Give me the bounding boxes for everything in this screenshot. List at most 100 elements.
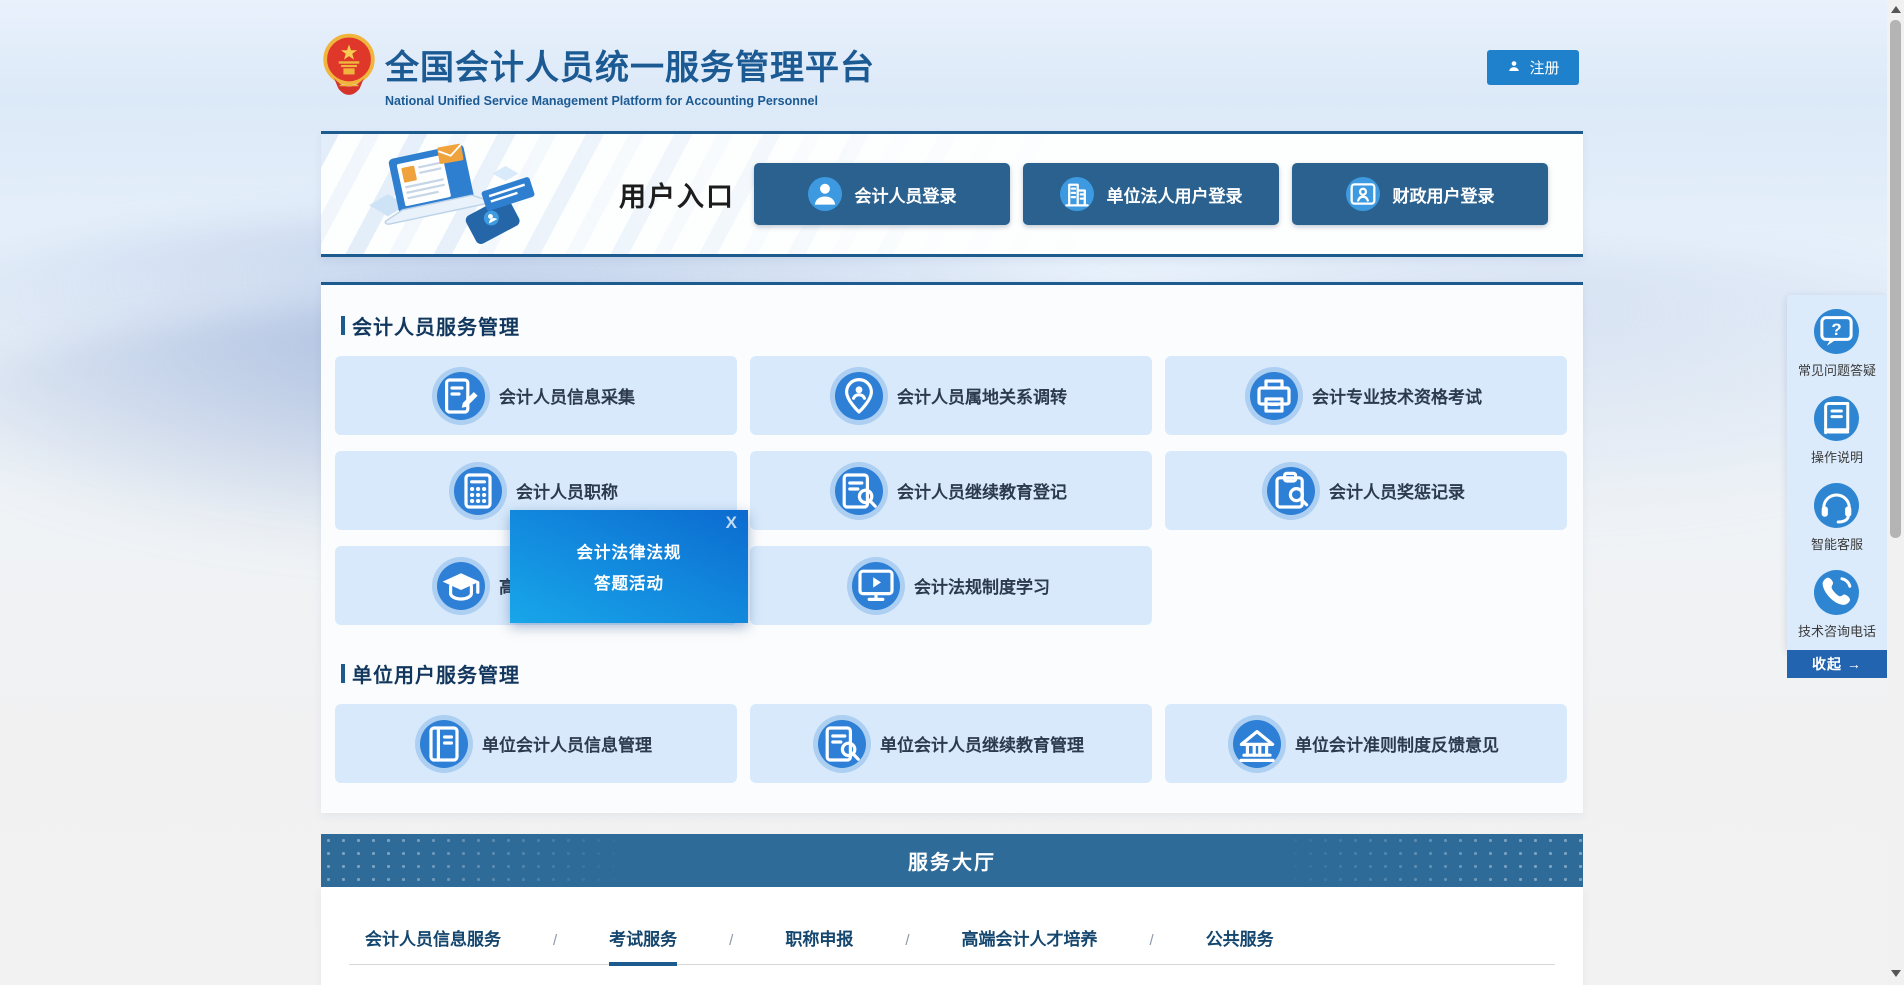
section-title: 单位用户服务管理: [341, 659, 1569, 688]
popup-close-button[interactable]: X: [726, 513, 737, 533]
main-container: 全国会计人员统一服务管理平台 National Unified Service …: [321, 0, 1583, 985]
login-button[interactable]: 单位法人用户登录: [1023, 163, 1279, 225]
site-header: 全国会计人员统一服务管理平台 National Unified Service …: [321, 0, 1583, 131]
section-title-bar: [341, 316, 345, 335]
service-card-icon: [852, 562, 900, 610]
floating-sidebar: ? 常见问题答疑 操作说明 智能客服 技术咨询电话 收起 →: [1787, 295, 1887, 678]
service-hall-panel: 会计人员信息服务 / 考试服务 / 职称申报 / 高端会计人才培养 / 公共服务: [321, 887, 1583, 985]
service-card[interactable]: 会计专业技术资格考试: [1165, 356, 1567, 435]
sidebar-help-item[interactable]: 技术咨询电话: [1798, 570, 1876, 640]
site-title-cn: 全国会计人员统一服务管理平台: [385, 40, 875, 89]
service-card[interactable]: 单位会计人员信息管理: [335, 704, 737, 783]
login-button-icon: [1346, 177, 1380, 211]
sidebar-help-item[interactable]: 操作说明: [1811, 396, 1863, 466]
tab-separator: /: [553, 932, 557, 964]
svg-text:?: ?: [1832, 320, 1842, 339]
service-hall-tab[interactable]: 考试服务: [609, 925, 677, 966]
section-title: 会计人员服务管理: [341, 311, 1569, 340]
service-card-icon: [835, 467, 883, 515]
page-root: { "header": { "site_title_cn": "全国会计人员统一…: [0, 0, 1904, 985]
service-card-label: 会计人员信息采集: [499, 383, 635, 408]
tab-separator: /: [1150, 932, 1154, 964]
promo-popup[interactable]: X 会计法律法规 答题活动: [510, 510, 748, 623]
service-card-icon: [454, 467, 502, 515]
service-card[interactable]: 单位会计准则制度反馈意见: [1165, 704, 1567, 783]
service-card[interactable]: 单位会计人员继续教育管理: [750, 704, 1152, 783]
service-hall-tab[interactable]: 公共服务: [1206, 925, 1274, 964]
login-button-label: 单位法人用户登录: [1107, 182, 1243, 207]
floating-sidebar-panel: ? 常见问题答疑 操作说明 智能客服 技术咨询电话: [1787, 295, 1887, 650]
service-card-icon: [437, 562, 485, 610]
service-card-label: 会计人员奖惩记录: [1329, 478, 1465, 503]
service-card-icon: [818, 720, 866, 768]
service-card-icon: [835, 372, 883, 420]
section-title-text: 单位用户服务管理: [352, 659, 520, 688]
service-hall-tab[interactable]: 职称申报: [785, 925, 853, 964]
service-card[interactable]: 会计法规制度学习: [750, 546, 1152, 625]
tab-separator: /: [905, 932, 909, 964]
user-entry-title: 用户入口: [619, 175, 735, 214]
login-button-icon: [1060, 177, 1094, 211]
service-card-label: 会计人员职称: [516, 478, 618, 503]
service-hall-title: 服务大厅: [908, 846, 996, 875]
service-hall-bar: 服务大厅: [321, 834, 1583, 887]
service-card-icon: [1267, 467, 1315, 515]
dots-decoration: [321, 834, 661, 887]
sidebar-item-icon: [1814, 396, 1859, 441]
service-card-label: 会计专业技术资格考试: [1312, 383, 1482, 408]
sidebar-item-label: 智能客服: [1811, 534, 1863, 553]
browser-scrollbar[interactable]: [1887, 0, 1904, 985]
title-block: 全国会计人员统一服务管理平台 National Unified Service …: [385, 40, 875, 108]
service-card-grid: 单位会计人员信息管理 单位会计人员继续教育管理 单位会计准则制度反馈意见: [335, 704, 1569, 783]
service-card-icon: [420, 720, 468, 768]
sidebar-help-item[interactable]: 智能客服: [1811, 483, 1863, 553]
section-title-text: 会计人员服务管理: [352, 311, 520, 340]
sidebar-item-label: 常见问题答疑: [1798, 360, 1876, 379]
service-section: 单位用户服务管理 单位会计人员信息管理 单位会计人员继续教育管理 单位会计准则制…: [335, 659, 1569, 783]
scrollbar-down-arrow-icon[interactable]: [1891, 970, 1901, 977]
register-button[interactable]: 注册: [1487, 50, 1579, 85]
service-hall-tabs: 会计人员信息服务 / 考试服务 / 职称申报 / 高端会计人才培养 / 公共服务: [349, 925, 1555, 965]
login-button[interactable]: 财政用户登录: [1292, 163, 1548, 225]
tab-separator: /: [729, 932, 733, 964]
sidebar-item-icon: [1814, 483, 1859, 528]
service-card-label: 单位会计准则制度反馈意见: [1295, 731, 1499, 756]
service-card-label: 单位会计人员继续教育管理: [880, 731, 1084, 756]
sidebar-item-label: 操作说明: [1811, 447, 1863, 466]
national-emblem-logo: [321, 33, 377, 97]
scrollbar-thumb[interactable]: [1890, 20, 1901, 538]
collapse-button[interactable]: 收起 →: [1787, 650, 1887, 678]
login-button[interactable]: 会计人员登录: [754, 163, 1010, 225]
service-card-label: 会计人员继续教育登记: [897, 478, 1067, 503]
login-button-icon: [808, 177, 842, 211]
sidebar-item-icon: ?: [1814, 309, 1859, 354]
popup-line-1: 会计法律法规: [577, 539, 682, 563]
user-entry-banner: 用户入口 会计人员登录 单位法人用户登录 财政用户登录: [321, 131, 1583, 257]
service-card-label: 会计人员属地关系调转: [897, 383, 1067, 408]
sidebar-help-item[interactable]: ? 常见问题答疑: [1798, 309, 1876, 379]
laptop-illustration: [349, 138, 561, 250]
service-card[interactable]: 会计人员奖惩记录: [1165, 451, 1567, 530]
service-card-icon: [1233, 720, 1281, 768]
service-card[interactable]: 会计人员继续教育登记: [750, 451, 1152, 530]
scrollbar-up-arrow-icon[interactable]: [1891, 6, 1901, 13]
section-title-bar: [341, 664, 345, 683]
site-title-en: National Unified Service Management Plat…: [385, 94, 875, 108]
service-card-icon: [437, 372, 485, 420]
service-card[interactable]: 会计人员属地关系调转: [750, 356, 1152, 435]
sidebar-item-label: 技术咨询电话: [1798, 621, 1876, 640]
login-button-label: 会计人员登录: [855, 182, 957, 207]
service-card[interactable]: 会计人员信息采集: [335, 356, 737, 435]
register-label: 注册: [1529, 57, 1559, 78]
login-button-label: 财政用户登录: [1393, 182, 1495, 207]
service-hall-tab[interactable]: 会计人员信息服务: [365, 925, 501, 964]
popup-line-2: 答题活动: [594, 570, 664, 594]
service-card-label: 单位会计人员信息管理: [482, 731, 652, 756]
service-card-label: 会计法规制度学习: [914, 573, 1050, 598]
person-icon: [1506, 58, 1522, 78]
service-card-icon: [1250, 372, 1298, 420]
dots-decoration: [1243, 834, 1583, 887]
login-buttons-group: 会计人员登录 单位法人用户登录 财政用户登录: [754, 163, 1548, 225]
sidebar-item-icon: [1814, 570, 1859, 615]
service-hall-tab[interactable]: 高端会计人才培养: [962, 925, 1098, 964]
